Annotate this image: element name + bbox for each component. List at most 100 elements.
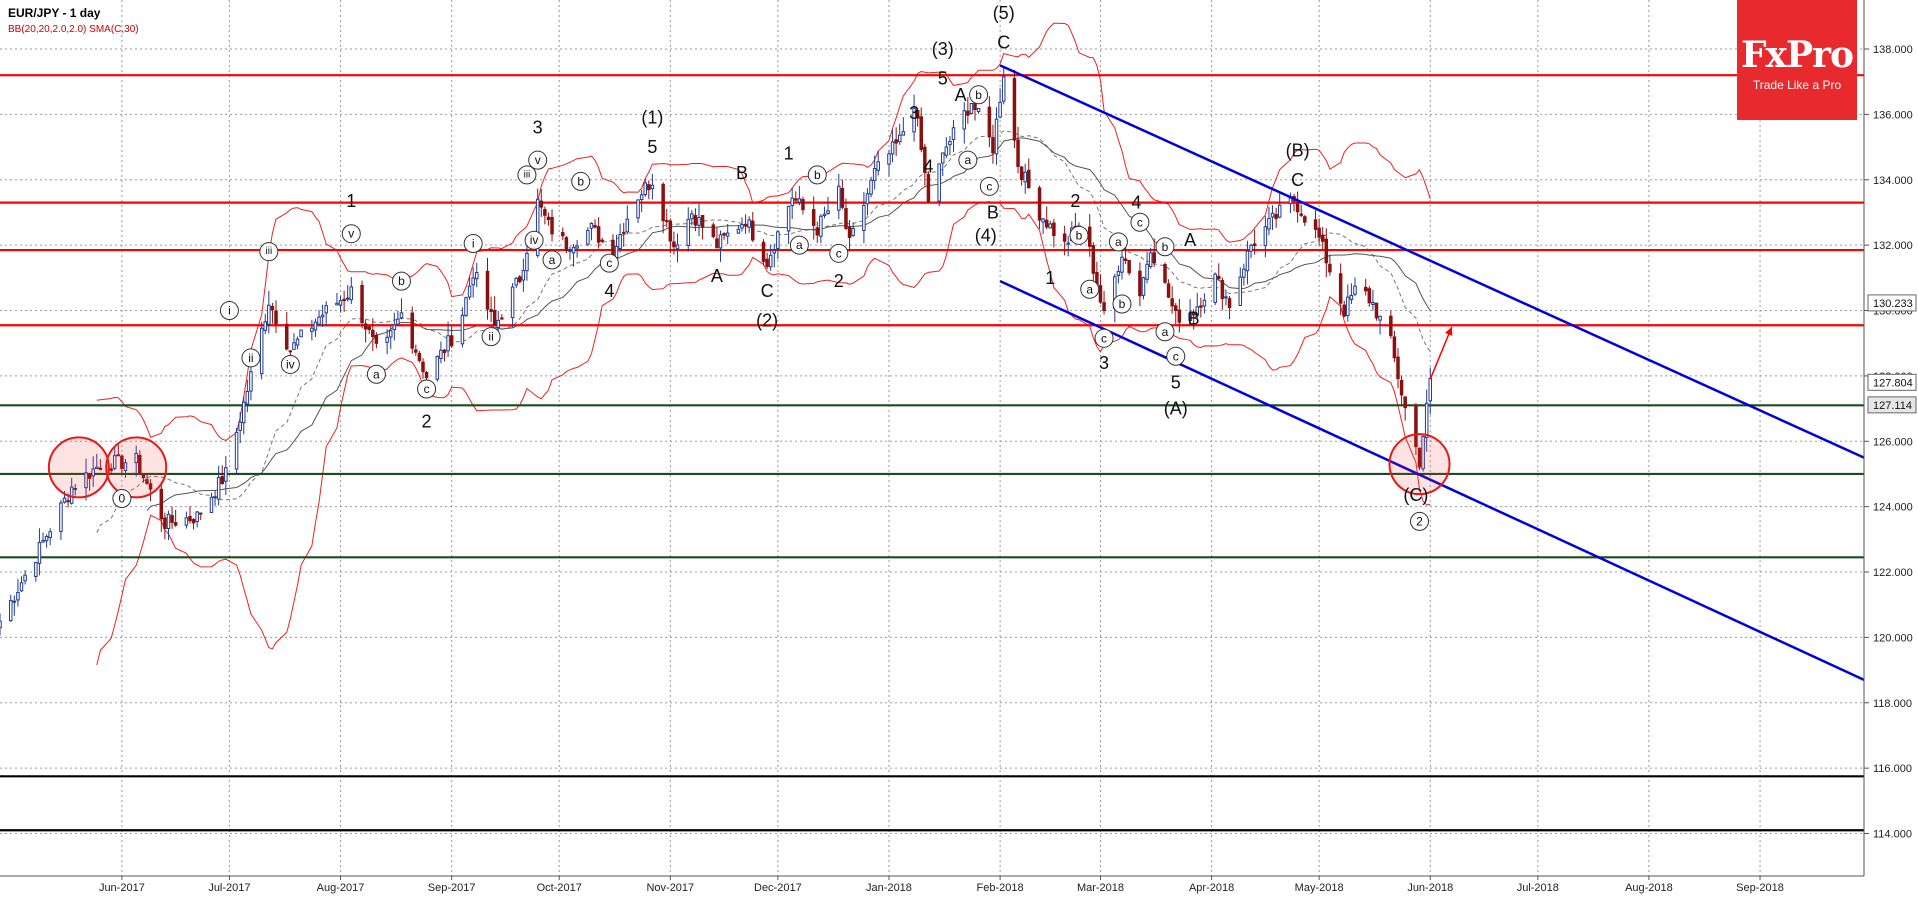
wave-label-circled: a: [1108, 232, 1128, 252]
candle-body: [639, 194, 644, 200]
wave-label: C: [1291, 170, 1304, 190]
price-chart[interactable]: 0iiiiiiivv1abc2iiiiiiivv3abc45(1)ABC(2)1…: [0, 0, 1918, 894]
candle-body: [1353, 285, 1357, 295]
x-tick-label: Feb-2018: [977, 882, 1024, 894]
candle-body: [245, 391, 250, 405]
candle-body: [385, 336, 389, 343]
candle-body: [650, 184, 655, 190]
candle-body: [1324, 238, 1329, 264]
candle-body: [872, 168, 877, 182]
candle-body: [335, 302, 339, 306]
wave-label-circled: b: [571, 171, 591, 191]
wave-label-text: b: [577, 174, 584, 188]
candle-body: [37, 542, 42, 564]
wave-label-text: 3: [1099, 353, 1109, 373]
candle-body: [213, 496, 217, 499]
candle-body: [819, 215, 823, 237]
candle-body: [220, 476, 225, 485]
candle-body: [392, 324, 397, 331]
candle-body: [1177, 309, 1182, 323]
x-tick-label: Apr-2018: [1189, 882, 1234, 894]
wave-label-text: c: [986, 179, 992, 193]
candle-body: [826, 210, 830, 214]
candle-body: [661, 183, 665, 222]
candle-body: [34, 562, 38, 577]
x-tick-label: Jun-2017: [99, 882, 145, 894]
wave-label: A: [1184, 230, 1196, 250]
wave-label: 2: [422, 412, 432, 432]
wave-label: 3: [1099, 353, 1109, 373]
wave-label-text: c: [1137, 215, 1143, 229]
wave-label-text: b: [1162, 240, 1169, 254]
wave-label-text: 4: [604, 281, 614, 301]
candle-body: [636, 199, 640, 219]
candle-body: [1424, 402, 1429, 439]
candle-body: [1062, 233, 1067, 242]
candle-body: [690, 213, 694, 220]
candle-body: [1199, 305, 1203, 308]
chart-area[interactable]: 0 i ii iii iv v 1 a b c 2 i ii iii iv v 3 a b c 4 5 (1) A B C (2) 1…: [0, 0, 1918, 894]
candle-body: [12, 600, 17, 603]
candle-body: [976, 108, 981, 112]
wave-label: 4: [1131, 193, 1141, 213]
candle-body: [747, 219, 751, 228]
wave-label-text: 5: [1171, 372, 1181, 392]
candle-body: [561, 232, 565, 237]
wave-label-text: 2: [834, 271, 844, 291]
brand-name: FxPro: [1740, 34, 1854, 76]
wave-label-circled: c: [1166, 346, 1186, 366]
candle-body: [518, 276, 522, 283]
candle-body: [625, 218, 630, 233]
candle-body: [1367, 288, 1372, 304]
candle-body: [342, 298, 346, 302]
candle: [299, 329, 303, 338]
candle-body: [471, 277, 475, 286]
candle-body: [249, 371, 253, 392]
candle-body: [0, 620, 2, 629]
candle-body: [1044, 219, 1049, 228]
candle-body: [184, 517, 189, 526]
candle-body: [1317, 227, 1321, 238]
wave-label-text: 2: [1416, 514, 1423, 528]
wave-label-circled: iv: [280, 354, 300, 374]
candle-body: [188, 515, 192, 522]
wave-label-text: iv: [530, 233, 539, 247]
candle-body: [1313, 219, 1318, 230]
candle-body: [1299, 213, 1303, 216]
candle-body: [209, 497, 214, 513]
candle-body: [191, 519, 196, 524]
candle: [1213, 272, 1217, 306]
candle-body: [811, 209, 816, 226]
candle-body: [66, 500, 70, 503]
candle-body: [41, 539, 45, 543]
candle-body: [539, 200, 544, 208]
x-tick-label: Oct-2017: [537, 882, 582, 894]
wave-label: 2: [1070, 191, 1080, 211]
wave-label-circled: c: [829, 243, 849, 263]
candle-body: [1346, 296, 1350, 317]
candle-body: [1123, 258, 1128, 261]
candle-body: [1041, 218, 1045, 223]
wave-label-text: a: [1162, 325, 1169, 339]
candle-body: [1378, 315, 1382, 321]
candle-body: [23, 574, 27, 582]
candle-body: [435, 356, 440, 380]
wave-label-text: ii: [248, 351, 253, 365]
wave-label: (1): [641, 108, 663, 128]
wave-label: 5: [1171, 372, 1181, 392]
candle-body: [664, 220, 669, 223]
wave-label-circled: c: [979, 176, 999, 196]
highlight-circle: [47, 436, 110, 499]
candle-body: [345, 297, 350, 300]
wave-label-circled: a: [789, 235, 809, 255]
wave-label-text: 4: [1131, 193, 1141, 213]
wave-label: 5: [647, 137, 657, 157]
candle-body: [388, 330, 393, 338]
y-tick-label: 114.000: [1873, 829, 1912, 841]
wave-label: 1: [784, 144, 794, 164]
candle-body: [417, 352, 422, 361]
x-tick-label: Mar-2018: [1077, 882, 1124, 894]
wave-label-circled: ii: [481, 327, 501, 347]
wave-label-text: A: [955, 85, 967, 105]
candle: [1163, 262, 1167, 285]
